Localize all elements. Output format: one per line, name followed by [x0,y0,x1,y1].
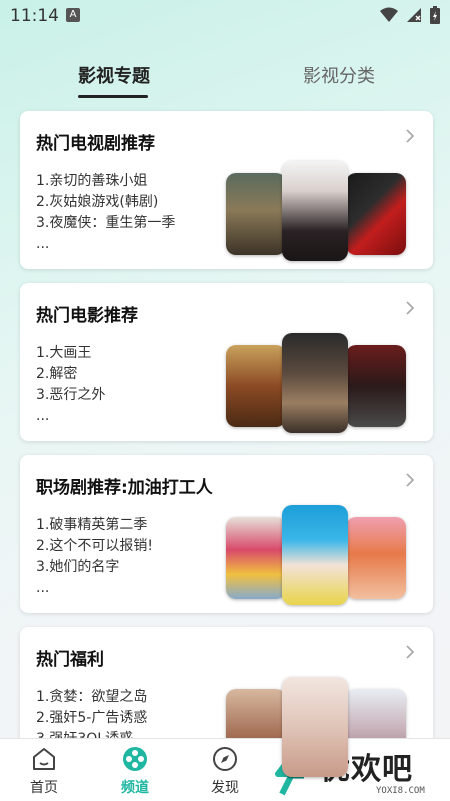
status-bar: 11:14 A [0,0,450,32]
poster-image [346,345,406,427]
chevron-right-icon [406,473,415,487]
list-item: 2.灰姑娘游戏(韩剧) [36,194,159,210]
card-title: 热门福利 [36,650,104,670]
tab-categories[interactable]: 影视分类 [303,62,375,88]
watermark-subtext: YOXI8.COM [376,786,425,796]
list-item: 1.亲切的善珠小姐 [36,173,148,189]
card-title: 热门电视剧推荐 [36,134,155,154]
card-title: 热门电影推荐 [36,306,138,326]
signal-icon [407,8,421,22]
list-item: 3.恶行之外 [36,387,106,403]
poster-image [282,505,348,605]
chevron-right-icon [406,129,415,143]
poster-stack [226,333,416,433]
list-item: 1.大画王 [36,345,92,361]
nav-label: 首页 [30,780,58,796]
active-tab-indicator [78,95,148,98]
list-item: 2.这个不可以报销! [36,538,153,554]
compass-icon [213,747,237,771]
home-icon [33,748,55,770]
poster-stack [226,161,416,261]
chevron-right-icon [406,301,415,315]
wifi-icon [380,7,398,22]
list-item: 1.破事精英第二季 [36,517,148,533]
list-item: ... [36,580,50,596]
list-item: 2.强奸5-广告诱惑 [36,710,148,726]
card-list: 1.破事精英第二季 2.这个不可以报销! 3.她们的名字 ... [36,515,153,599]
poster-image [282,161,348,261]
poster-image [226,517,286,599]
notification-icon: A [66,8,80,22]
topic-card-tv[interactable]: 热门电视剧推荐 1.亲切的善珠小姐 2.灰姑娘游戏(韩剧) 3.夜魔侠：重生第一… [20,111,433,269]
list-item: 2.解密 [36,366,78,382]
poster-stack [226,505,416,605]
battery-icon [430,6,440,24]
poster-image [282,333,348,433]
poster-image [226,173,286,255]
topic-card-movie[interactable]: 热门电影推荐 1.大画王 2.解密 3.恶行之外 ... [20,283,433,441]
nav-item-home[interactable]: 首页 [14,745,74,797]
poster-image [282,677,348,777]
nav-label: 频道 [121,780,149,796]
topic-card-workplace[interactable]: 职场剧推荐:加油打工人 1.破事精英第二季 2.这个不可以报销! 3.她们的名字… [20,455,433,613]
top-tabs: 影视专题 影视分类 [0,62,450,102]
nav-item-channel[interactable]: 频道 [105,745,165,797]
poster-image [226,345,286,427]
card-list: 1.亲切的善珠小姐 2.灰姑娘游戏(韩剧) 3.夜魔侠：重生第一季 ... [36,171,175,255]
status-icons [380,6,440,24]
nav-label: 发现 [211,780,239,796]
status-time: 11:14 [10,6,59,26]
tab-topics[interactable]: 影视专题 [78,62,150,88]
poster-image [346,173,406,255]
list-item: 3.她们的名字 [36,559,120,575]
list-item: 1.贪婪：欲望之岛 [36,689,148,705]
card-title: 职场剧推荐:加油打工人 [36,478,213,498]
list-item: ... [36,408,50,424]
nav-item-discover[interactable]: 发现 [195,745,255,797]
card-list: 1.大画王 2.解密 3.恶行之外 ... [36,343,105,427]
chevron-right-icon [406,645,415,659]
list-item: ... [36,236,50,252]
film-reel-icon [123,747,147,771]
list-item: 3.夜魔侠：重生第一季 [36,215,176,231]
poster-image [346,517,406,599]
